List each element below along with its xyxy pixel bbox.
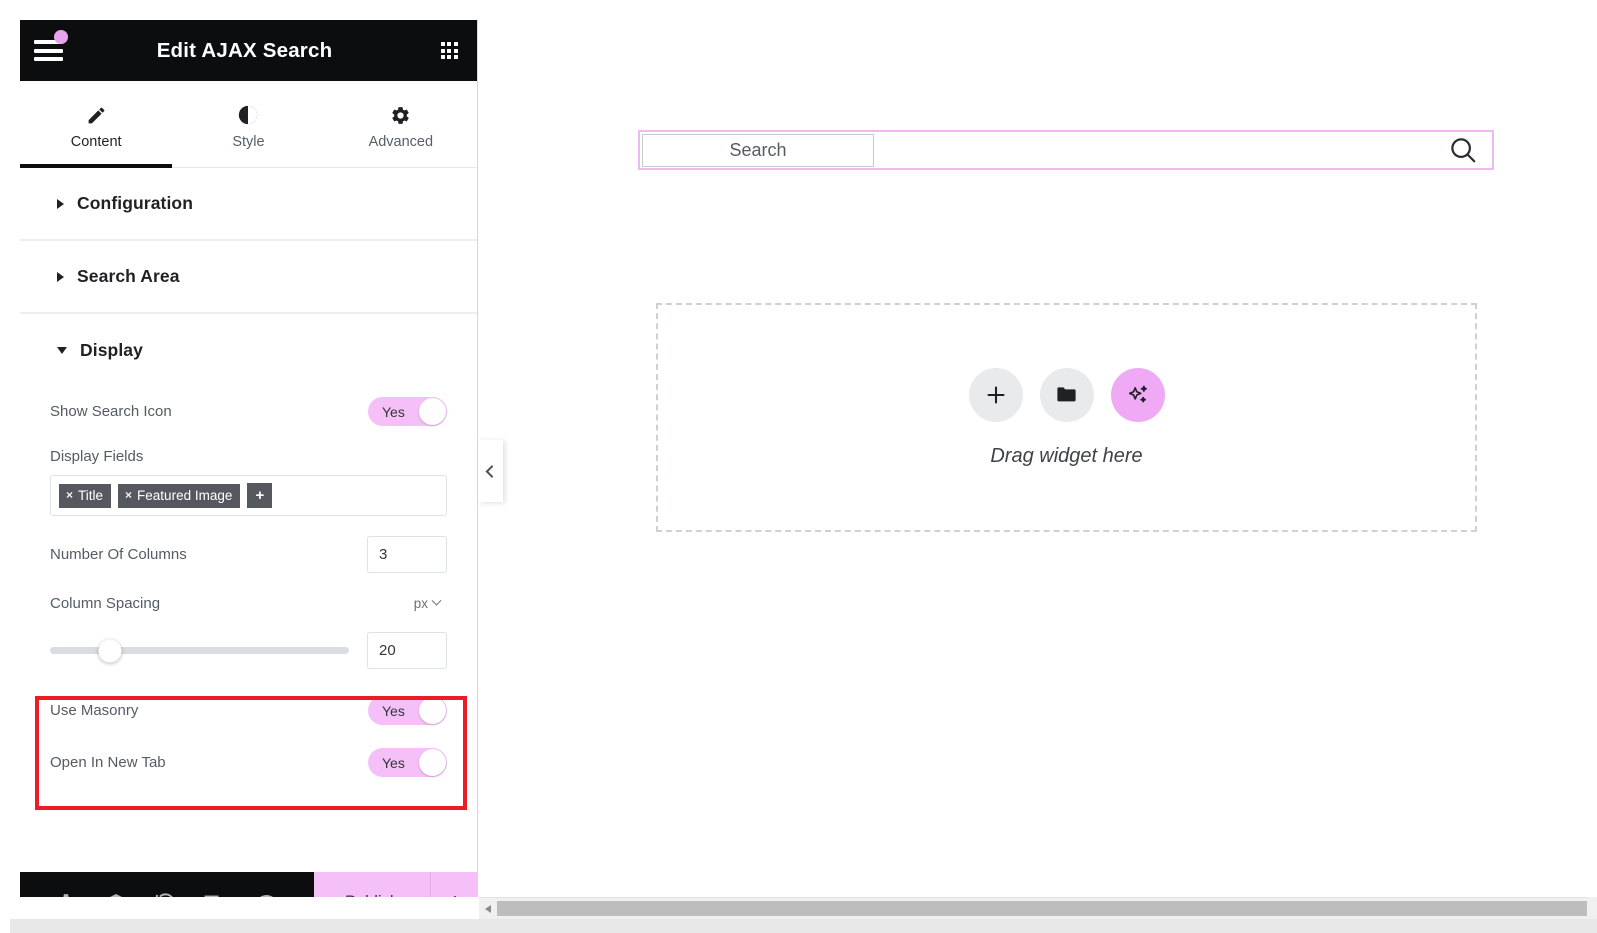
control-use-masonry: Use Masonry Yes xyxy=(50,686,447,735)
chevron-right-icon xyxy=(57,271,64,282)
drag-widget-dropzone[interactable]: Drag widget here xyxy=(656,303,1477,532)
chevron-down-icon xyxy=(57,347,67,354)
ai-builder-button[interactable] xyxy=(1110,367,1165,422)
dropzone-buttons xyxy=(968,367,1165,422)
chevron-right-icon xyxy=(57,198,64,209)
add-template-button[interactable] xyxy=(1039,367,1094,422)
control-number-of-columns: Number Of Columns xyxy=(50,530,447,579)
section-display-body: Show Search Icon Yes Display Fields × Ti… xyxy=(20,387,477,787)
dropzone-text: Drag widget here xyxy=(990,444,1143,467)
tag-featured-image-label: Featured Image xyxy=(137,487,233,503)
tab-advanced[interactable]: Advanced xyxy=(325,81,477,167)
hamburger-menu-button[interactable] xyxy=(20,20,76,81)
elementor-editor-window: Edit AJAX Search Content Style Advanced … xyxy=(0,0,1597,933)
ajax-search-widget[interactable]: Search xyxy=(638,130,1494,170)
contrast-icon xyxy=(237,104,259,126)
tab-content-label: Content xyxy=(70,134,122,150)
section-search-area[interactable]: Search Area xyxy=(20,241,477,314)
column-spacing-unit-value: px xyxy=(413,596,428,611)
pencil-icon xyxy=(86,104,107,126)
scrollbar-corner xyxy=(1587,897,1597,919)
panel-bottom-spacer xyxy=(20,897,479,919)
gear-icon xyxy=(390,104,411,126)
section-display[interactable]: Display xyxy=(20,314,477,387)
display-fields-input[interactable]: × Title × Featured Image + xyxy=(50,475,447,516)
panel-title: Edit AJAX Search xyxy=(156,38,333,62)
column-spacing-unit-select[interactable]: px xyxy=(413,595,447,611)
chevron-down-icon xyxy=(431,595,442,606)
number-of-columns-input[interactable] xyxy=(367,536,447,573)
show-search-icon-toggle-value: Yes xyxy=(382,403,405,420)
open-in-new-tab-toggle[interactable]: Yes xyxy=(368,748,447,777)
column-spacing-slider[interactable] xyxy=(50,639,349,662)
column-spacing-slider-row xyxy=(50,628,447,673)
panel-tabs: Content Style Advanced xyxy=(20,81,477,168)
section-configuration-label: Configuration xyxy=(77,193,193,213)
tab-style[interactable]: Style xyxy=(172,81,324,167)
horizontal-scrollbar[interactable] xyxy=(479,897,1597,919)
tab-content[interactable]: Content xyxy=(20,81,173,168)
column-spacing-input[interactable] xyxy=(367,632,447,669)
section-configuration[interactable]: Configuration xyxy=(20,168,477,241)
display-fields-label: Display Fields xyxy=(50,448,144,465)
number-of-columns-label: Number Of Columns xyxy=(50,546,187,563)
tag-featured-image[interactable]: × Featured Image xyxy=(118,483,241,508)
remove-tag-icon[interactable]: × xyxy=(66,488,73,502)
slider-thumb[interactable] xyxy=(98,639,122,662)
editor-panel: Edit AJAX Search Content Style Advanced … xyxy=(20,20,478,933)
open-in-new-tab-toggle-value: Yes xyxy=(382,754,405,771)
open-in-new-tab-label: Open In New Tab xyxy=(50,754,166,771)
tag-title[interactable]: × Title xyxy=(59,483,112,508)
toggle-knob xyxy=(419,697,446,724)
apps-grid-icon[interactable] xyxy=(421,20,477,81)
triangle-left-icon xyxy=(485,904,491,913)
section-display-label: Display xyxy=(80,340,143,360)
column-spacing-label: Column Spacing xyxy=(50,595,161,612)
magnifier-icon[interactable] xyxy=(1448,135,1478,165)
show-search-icon-label: Show Search Icon xyxy=(50,403,172,420)
window-bottom-strip xyxy=(10,919,1597,933)
scrollbar-thumb[interactable] xyxy=(497,901,1594,916)
editor-canvas: Search Drag widget here xyxy=(479,20,1597,897)
control-column-spacing: Column Spacing px xyxy=(50,579,447,628)
add-element-button[interactable] xyxy=(968,367,1023,422)
control-show-search-icon: Show Search Icon Yes xyxy=(50,387,447,436)
tab-style-label: Style xyxy=(232,134,265,150)
chevron-left-icon xyxy=(485,464,499,478)
remove-tag-icon[interactable]: × xyxy=(125,488,132,502)
panel-header: Edit AJAX Search xyxy=(20,20,477,81)
notification-dot-badge xyxy=(54,30,68,44)
toggle-knob xyxy=(419,749,446,776)
tab-advanced-label: Advanced xyxy=(368,134,434,150)
scroll-left-button[interactable] xyxy=(479,898,497,920)
add-field-button[interactable]: + xyxy=(247,483,273,508)
use-masonry-label: Use Masonry xyxy=(50,702,139,719)
use-masonry-toggle-value: Yes xyxy=(382,702,405,719)
search-input[interactable]: Search xyxy=(642,133,874,167)
control-open-in-new-tab: Open In New Tab Yes xyxy=(50,738,447,787)
panel-collapse-handle[interactable] xyxy=(478,440,503,502)
use-masonry-toggle[interactable]: Yes xyxy=(368,696,447,725)
section-search-area-label: Search Area xyxy=(77,266,180,286)
tag-title-label: Title xyxy=(78,487,104,503)
show-search-icon-toggle[interactable]: Yes xyxy=(368,397,447,426)
search-placeholder: Search xyxy=(729,139,787,160)
toggle-knob xyxy=(419,398,446,425)
